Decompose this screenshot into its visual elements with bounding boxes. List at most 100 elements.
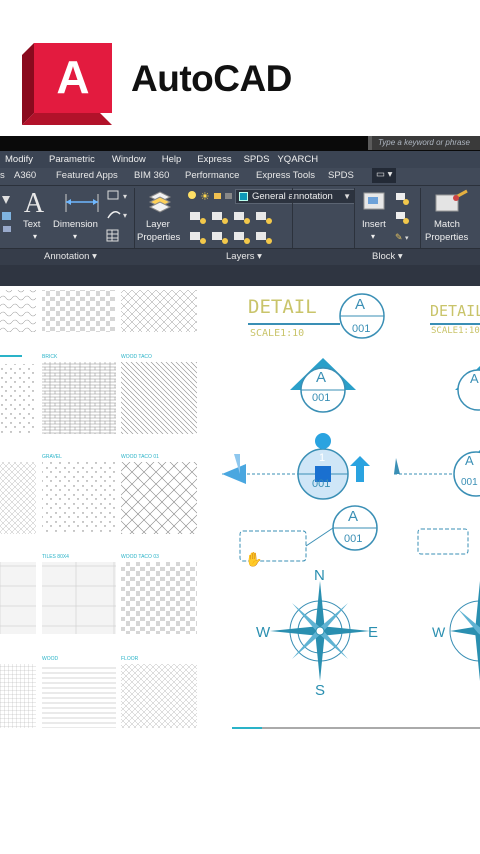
autocad-logo-icon: A — [22, 43, 112, 125]
svg-text:A: A — [56, 51, 89, 103]
hatch-label: WOOD TACO — [121, 354, 152, 360]
menu-help[interactable]: Help — [162, 154, 182, 165]
box-letter: A — [348, 508, 359, 525]
compass-west-2: W — [432, 624, 446, 640]
layer-properties-icon[interactable] — [147, 189, 173, 215]
tab-express-tools[interactable]: Express Tools — [256, 170, 315, 181]
file-tab-strip — [0, 265, 480, 286]
tab-a360[interactable]: A360 — [14, 170, 36, 181]
panel-layers[interactable]: Layers ▾ — [226, 251, 262, 262]
hatch-swatch — [42, 290, 116, 332]
compass-rose-icon — [449, 581, 480, 681]
hatch-swatch — [121, 562, 197, 634]
hatch-swatch — [121, 664, 197, 728]
hatch-swatch — [42, 462, 116, 534]
detail-scale: SCALE1:10 — [250, 328, 305, 339]
panel-block[interactable]: Block ▾ — [372, 251, 403, 262]
menu-modify[interactable]: Modify — [5, 154, 33, 165]
marker-number: 1 — [319, 452, 326, 464]
svg-text:▾: ▾ — [123, 192, 127, 201]
insert-chevron-icon[interactable]: ▾ — [371, 231, 375, 242]
callout-letter: A — [355, 296, 366, 313]
svg-text:☀: ☀ — [200, 191, 210, 203]
svg-text:A: A — [24, 188, 45, 216]
layer-tools-icons[interactable] — [186, 208, 286, 248]
block-tools-icons[interactable]: ✎ ▾ — [392, 190, 414, 246]
search-input[interactable]: Type a keyword or phrase — [368, 136, 480, 150]
hatch-swatch — [121, 462, 197, 534]
dimension-button-label[interactable]: Dimension — [53, 219, 98, 230]
menu-bar: Modify Parametric Window Help Express SP… — [0, 151, 480, 168]
hatch-swatch — [0, 290, 36, 332]
hand-cursor-icon: ✋ — [245, 551, 263, 567]
compass-south: S — [315, 682, 326, 699]
hatch-label: BRICK — [42, 354, 58, 360]
layer-color-swatch — [239, 192, 248, 201]
tab-spds[interactable]: SPDS — [328, 170, 354, 181]
compass-east: E — [368, 624, 379, 641]
compass-rose-icon — [270, 581, 370, 681]
hatch-label: FLOOR — [121, 656, 139, 662]
hatch-label: WOOD — [42, 656, 59, 662]
menu-spds[interactable]: SPDS — [244, 154, 270, 165]
hatch-swatch — [42, 664, 116, 728]
svg-text:✎: ✎ — [395, 232, 403, 242]
tab-partial[interactable]: s — [0, 170, 5, 181]
brand-name: AutoCAD — [131, 58, 292, 99]
hatch-swatch — [42, 562, 116, 634]
hatch-swatch — [121, 290, 197, 332]
chevron-down-icon: ▼ — [343, 192, 351, 201]
hatch-swatch — [121, 362, 197, 434]
detail-scale-2: SCALE1:10 — [431, 326, 480, 336]
tab-performance[interactable]: Performance — [185, 170, 239, 181]
detail-title: DETAIL — [248, 296, 317, 318]
menu-yqarch[interactable]: YQARCH — [277, 154, 318, 165]
hatch-label: WOOD TACO 03 — [121, 554, 159, 560]
panel-annotation[interactable]: Annotation ▾ — [44, 251, 97, 262]
compass-north: N — [314, 567, 325, 584]
section-letter: A — [316, 369, 327, 386]
annotation-small-tools-icon[interactable]: ▾ ▾ — [104, 188, 130, 244]
marker-number-2: 001 — [461, 477, 478, 488]
text-icon[interactable]: A — [22, 188, 46, 216]
screen: A AutoCAD Type a keyword or phrase Modif… — [0, 0, 480, 854]
match-properties-line2[interactable]: Properties — [425, 232, 468, 243]
hatch-label: TILES 80X4 — [42, 554, 69, 560]
hatch-swatch — [42, 362, 116, 434]
insert-block-icon[interactable] — [360, 189, 390, 215]
hatch-swatch — [0, 664, 36, 728]
hatch-label: WOOD TACO 01 — [121, 454, 159, 460]
svg-text:▾: ▾ — [123, 211, 127, 220]
detail-title-2: DETAIL — [430, 302, 480, 320]
tab-bim360[interactable]: BIM 360 — [134, 170, 169, 181]
tab-featured-apps[interactable]: Featured Apps — [56, 170, 118, 181]
drawing-svg — [0, 290, 480, 729]
menu-express[interactable]: Express — [197, 154, 231, 165]
marker-letter-2: A — [465, 453, 474, 468]
compass-west: W — [256, 624, 271, 641]
text-chevron-icon[interactable]: ▾ — [33, 231, 37, 242]
match-properties-line1[interactable]: Match — [434, 219, 460, 230]
dimension-chevron-icon[interactable]: ▾ — [73, 231, 77, 242]
ribbon-tabs: s A360 Featured Apps BIM 360 Performance… — [0, 168, 480, 185]
hatch-swatch — [0, 562, 36, 634]
marker-tag-number: 001 — [312, 478, 331, 490]
text-button-label[interactable]: Text — [23, 219, 40, 230]
hatch-label: GRAVEL — [42, 454, 62, 460]
menu-parametric[interactable]: Parametric — [49, 154, 95, 165]
insert-button-label[interactable]: Insert — [362, 219, 386, 230]
callout-number: 001 — [352, 323, 371, 335]
menu-window[interactable]: Window — [112, 154, 146, 165]
section-letter-2: A — [470, 371, 479, 386]
modify-tools-icon[interactable] — [0, 188, 14, 238]
match-properties-icon[interactable] — [434, 189, 470, 217]
layer-properties-line2[interactable]: Properties — [137, 232, 180, 243]
layer-properties-line1[interactable]: Layer — [146, 219, 170, 230]
dimension-icon[interactable] — [62, 190, 102, 216]
layer-state-icons[interactable]: ☀ — [186, 189, 234, 203]
section-number: 001 — [312, 392, 331, 404]
tab-video-icon[interactable]: ▭ ▾ — [372, 168, 397, 183]
drawing-canvas[interactable]: BRICK WOOD TACO GRAVEL WOOD TACO 01 TILE… — [0, 286, 480, 746]
layer-dropdown[interactable]: General annotation ▼ — [235, 189, 355, 204]
hatch-swatch — [0, 462, 36, 534]
